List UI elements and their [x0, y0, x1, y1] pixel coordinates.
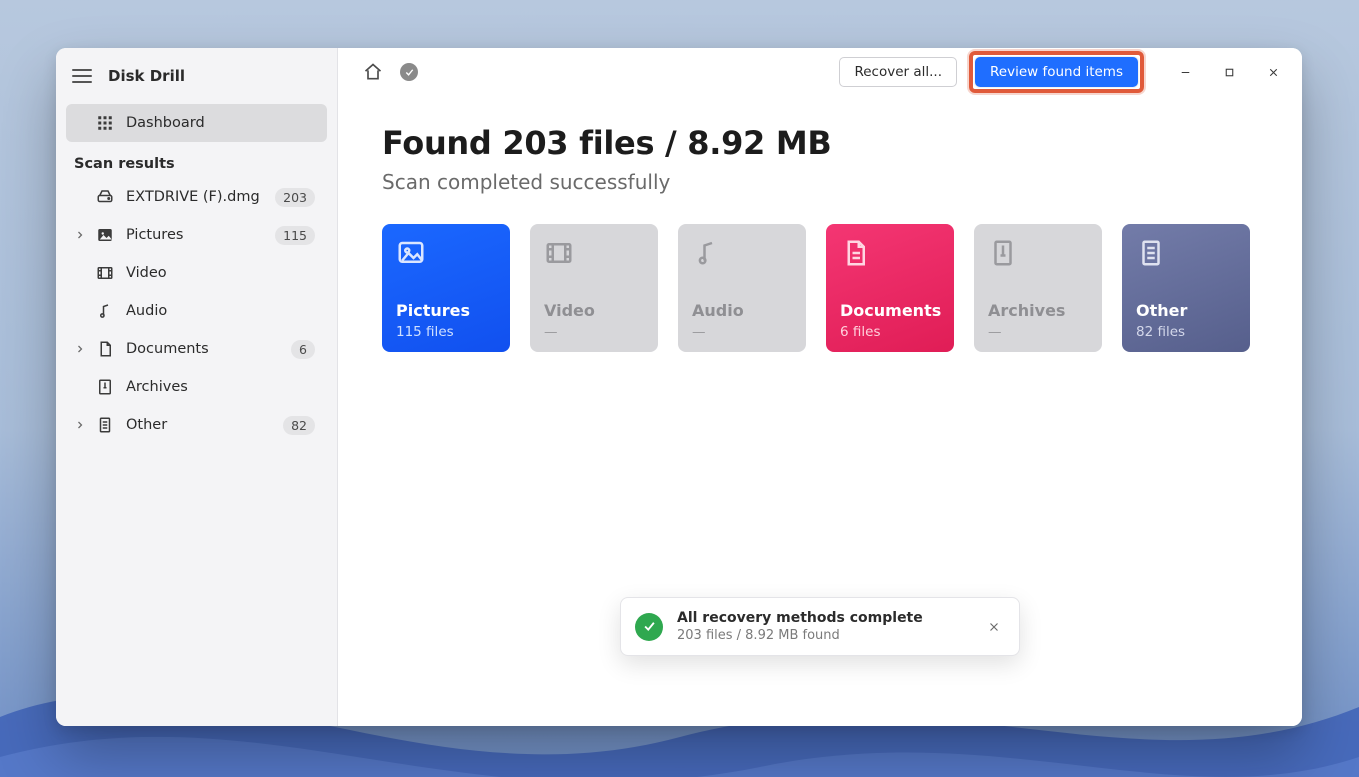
toast-detail: 203 files / 8.92 MB found	[677, 628, 923, 643]
sidebar-item-label: Dashboard	[126, 115, 205, 131]
review-label: Review found items	[990, 64, 1123, 80]
home-icon[interactable]	[358, 57, 388, 87]
dashboard-icon	[96, 114, 114, 132]
recover-all-button[interactable]: Recover all...	[839, 57, 957, 87]
image-icon	[96, 226, 114, 244]
sidebar-item-drive[interactable]: EXTDRIVE (F).dmg 203	[66, 178, 327, 216]
video-icon	[96, 264, 114, 282]
sidebar-item-other[interactable]: Other 82	[66, 406, 327, 444]
sidebar-item-label: Other	[126, 417, 167, 433]
card-pictures[interactable]: Pictures 115 files	[382, 224, 510, 352]
sidebar-item-documents[interactable]: Documents 6	[66, 330, 327, 368]
toast-text: All recovery methods complete 203 files …	[677, 610, 923, 643]
card-subtitle: 115 files	[396, 324, 496, 340]
sidebar-item-dashboard[interactable]: Dashboard	[66, 104, 327, 142]
sidebar-item-label: Documents	[126, 341, 209, 357]
archive-icon	[988, 238, 1088, 278]
close-button[interactable]	[1254, 57, 1292, 87]
count-badge: 115	[275, 226, 315, 245]
completion-toast: All recovery methods complete 203 files …	[620, 597, 1020, 656]
card-documents[interactable]: Documents 6 files	[826, 224, 954, 352]
sidebar-item-archives[interactable]: Archives	[66, 368, 327, 406]
card-title: Audio	[692, 301, 792, 320]
category-cards: Pictures 115 files Video — Audio —	[382, 224, 1258, 352]
sidebar: Disk Drill Dashboard Scan results EXTDRI…	[56, 48, 338, 726]
sidebar-item-pictures[interactable]: Pictures 115	[66, 216, 327, 254]
video-icon	[544, 238, 644, 278]
card-archives[interactable]: Archives —	[974, 224, 1102, 352]
count-badge: 6	[291, 340, 315, 359]
card-subtitle: —	[988, 324, 1088, 340]
card-audio[interactable]: Audio —	[678, 224, 806, 352]
card-title: Pictures	[396, 301, 496, 320]
sidebar-item-label: Video	[126, 265, 167, 281]
count-badge: 82	[283, 416, 315, 435]
maximize-button[interactable]	[1210, 57, 1248, 87]
sidebar-item-video[interactable]: Video	[66, 254, 327, 292]
card-subtitle: —	[692, 324, 792, 340]
recover-all-label: Recover all...	[854, 64, 942, 80]
card-subtitle: 6 files	[840, 324, 940, 340]
sidebar-item-audio[interactable]: Audio	[66, 292, 327, 330]
document-icon	[96, 340, 114, 358]
review-found-items-button[interactable]: Review found items	[975, 57, 1138, 87]
status-complete-icon	[400, 63, 418, 81]
sidebar-header: Disk Drill	[56, 56, 337, 96]
other-icon	[1136, 238, 1236, 278]
toast-title: All recovery methods complete	[677, 610, 923, 626]
content-area: Found 203 files / 8.92 MB Scan completed…	[338, 96, 1302, 380]
card-other[interactable]: Other 82 files	[1122, 224, 1250, 352]
document-icon	[840, 238, 940, 278]
archive-icon	[96, 378, 114, 396]
card-title: Documents	[840, 301, 940, 320]
window-controls	[1166, 57, 1292, 87]
card-title: Other	[1136, 301, 1236, 320]
audio-icon	[692, 238, 792, 278]
hamburger-icon[interactable]	[70, 64, 94, 88]
card-title: Video	[544, 301, 644, 320]
sidebar-item-label: Audio	[126, 303, 167, 319]
other-icon	[96, 416, 114, 434]
success-check-icon	[635, 613, 663, 641]
chevron-right-icon	[74, 419, 86, 431]
app-title: Disk Drill	[108, 67, 185, 85]
minimize-button[interactable]	[1166, 57, 1204, 87]
image-icon	[396, 238, 496, 278]
subheadline: Scan completed successfully	[382, 170, 1258, 194]
headline: Found 203 files / 8.92 MB	[382, 124, 1258, 162]
card-subtitle: —	[544, 324, 644, 340]
highlight-annotation: Review found items	[969, 51, 1144, 93]
section-label-scan-results: Scan results	[56, 142, 337, 178]
app-window: Disk Drill Dashboard Scan results EXTDRI…	[56, 48, 1302, 726]
card-video[interactable]: Video —	[530, 224, 658, 352]
audio-icon	[96, 302, 114, 320]
chevron-right-icon	[74, 229, 86, 241]
card-subtitle: 82 files	[1136, 324, 1236, 340]
sidebar-item-label: Pictures	[126, 227, 183, 243]
chevron-right-icon	[74, 343, 86, 355]
sidebar-item-label: EXTDRIVE (F).dmg	[126, 189, 260, 205]
card-title: Archives	[988, 301, 1088, 320]
toast-close-button[interactable]	[983, 616, 1005, 638]
sidebar-item-label: Archives	[126, 379, 188, 395]
toolbar: Recover all... Review found items	[338, 48, 1302, 96]
count-badge: 203	[275, 188, 315, 207]
main-panel: Recover all... Review found items	[338, 48, 1302, 726]
drive-icon	[96, 188, 114, 206]
